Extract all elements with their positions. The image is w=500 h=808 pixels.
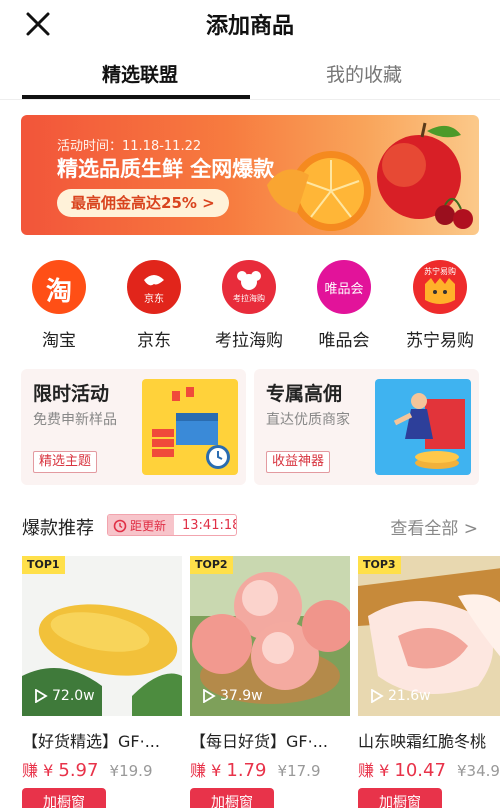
promo-title: 限时活动 — [33, 383, 110, 405]
countdown-time: 13:41:18 — [182, 518, 237, 533]
platform-label: 淘宝 — [42, 331, 76, 351]
product-name: 【每日好货】GF·... — [190, 732, 328, 751]
add-to-showcase-button[interactable]: 加橱窗 — [358, 788, 442, 808]
rank-badge: TOP3 — [358, 556, 401, 574]
view-count: 37.9w — [202, 687, 263, 705]
taobao-icon: 淘 — [32, 260, 86, 314]
fruit-illustration — [267, 122, 473, 231]
add-to-showcase-button[interactable]: 加橱窗 — [22, 788, 106, 808]
product-name: 【好货精选】GF·... — [22, 732, 160, 751]
section-title: 爆款推荐 — [22, 518, 94, 539]
earn-amount: 5.97 — [58, 760, 99, 781]
price-row: 赚 ¥ 1.79 ¥17.9 — [190, 757, 350, 781]
active-tab-indicator — [22, 95, 250, 99]
platform-kaola[interactable]: 考拉海购 考拉海购 — [199, 258, 299, 351]
platform-label: 京东 — [137, 331, 171, 351]
platform-label: 唯品会 — [318, 331, 370, 351]
clock-icon — [113, 519, 127, 533]
promo-tag: 精选主题 — [33, 451, 98, 473]
earn-prefix: 赚 ¥ — [190, 761, 222, 780]
hot-section-header: 爆款推荐 距更新 13:41:18 查看全部 > — [0, 510, 500, 540]
platform-jd[interactable]: 京东 京东 — [104, 258, 204, 351]
earn-amount: 1.79 — [226, 760, 267, 781]
product-card[interactable]: TOP1 72.0w 【好货精选】GF·... 赚 ¥ 5.97 ¥19.9 加… — [22, 556, 182, 808]
promo-title: 专属高佣 — [266, 383, 343, 405]
product-card[interactable]: TOP2 37.9w 【每日好货】GF·... 赚 ¥ 1.79 ¥17.9 加… — [190, 556, 350, 808]
view-count: 72.0w — [34, 687, 95, 705]
page-title: 添加商品 — [205, 14, 294, 39]
price-row: 赚 ¥ 10.47 ¥34.9 — [358, 757, 500, 781]
tab-bar: 精选联盟 我的收藏 — [0, 52, 500, 100]
original-price: ¥19.9 — [109, 762, 153, 780]
original-price: ¥17.9 — [277, 762, 321, 780]
rank-badge: TOP1 — [22, 556, 65, 574]
product-name: 山东映霜红脆冬桃 — [358, 732, 487, 751]
platform-vip[interactable]: 唯品会 唯品会 — [294, 258, 394, 351]
rank-badge: TOP2 — [190, 556, 233, 574]
platform-row: 淘 淘宝 京东 京东 考拉海购 考拉海购 唯品会 唯品会 苏宁易购 苏宁易购 — [0, 258, 500, 354]
tab-selected-alliance[interactable]: 精选联盟 — [20, 60, 260, 87]
view-count: 21.6w — [370, 687, 431, 705]
promo-card-commission[interactable]: 专属高佣 直达优质商家 收益神器 — [254, 369, 479, 485]
promo-subtitle: 直达优质商家 — [266, 412, 350, 428]
earn-prefix: 赚 ¥ — [22, 761, 54, 780]
countdown-badge: 距更新 13:41:18 — [107, 514, 237, 536]
top-bar: 添加商品 — [0, 0, 500, 48]
platform-label: 考拉海购 — [215, 331, 283, 351]
platform-suning[interactable]: 苏宁易购 苏宁易购 — [390, 258, 490, 351]
promo-card-limited[interactable]: 限时活动 免费申新样品 精选主题 — [21, 369, 246, 485]
original-price: ¥34.9 — [457, 762, 500, 780]
money-illustration — [375, 379, 471, 475]
add-to-showcase-button[interactable]: 加橱窗 — [190, 788, 274, 808]
platform-taobao[interactable]: 淘 淘宝 — [9, 258, 109, 351]
platform-label: 苏宁易购 — [406, 331, 474, 351]
promo-tag: 收益神器 — [266, 451, 331, 473]
suning-icon: 苏宁易购 — [413, 260, 467, 314]
promo-subtitle: 免费申新样品 — [33, 412, 117, 428]
jd-icon: 京东 — [127, 260, 181, 314]
play-icon — [371, 689, 384, 703]
vip-icon: 唯品会 — [317, 260, 371, 314]
kaola-icon: 考拉海购 — [222, 260, 276, 314]
banner-time: 活动时间：11.18-11.22 — [57, 139, 202, 154]
promo-banner[interactable]: 活动时间：11.18-11.22 精选品质生鲜 全网爆款 最高佣金高达25% > — [21, 115, 479, 235]
play-icon — [203, 689, 216, 703]
see-all-link[interactable]: 查看全部 > — [390, 514, 478, 539]
banner-commission-pill[interactable]: 最高佣金高达25% > — [57, 189, 229, 217]
product-card[interactable]: TOP3 21.6w 山东映霜红脆冬桃 赚 ¥ 10.47 ¥34.9 加橱窗 — [358, 556, 500, 808]
play-icon — [35, 689, 48, 703]
gift-box-illustration — [142, 379, 238, 475]
earn-prefix: 赚 ¥ — [358, 761, 390, 780]
price-row: 赚 ¥ 5.97 ¥19.9 — [22, 757, 182, 781]
tab-my-favorites[interactable]: 我的收藏 — [244, 60, 484, 87]
earn-amount: 10.47 — [394, 760, 446, 781]
